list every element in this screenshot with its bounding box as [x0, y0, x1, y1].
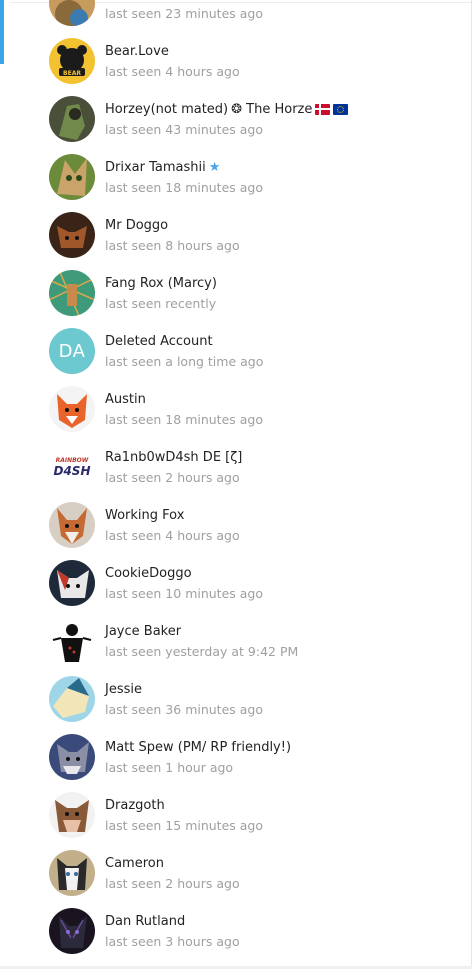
contact-row[interactable]: last seen 23 minutes ago — [0, 0, 471, 32]
avatar-initials: DA — [58, 340, 86, 362]
contact-row[interactable]: RAINBOW D4SH Ra1nb0wD4sh DE [ζ] last see… — [0, 438, 471, 496]
contact-status: last seen 10 minutes ago — [105, 586, 264, 601]
contact-row[interactable]: Dan Rutland last seen 3 hours ago — [0, 902, 471, 960]
contact-row[interactable]: Austin last seen 18 minutes ago — [0, 380, 471, 438]
avatar — [49, 850, 95, 896]
contact-row[interactable]: Drazgoth last seen 15 minutes ago — [0, 786, 471, 844]
contact-name: Drixar Tamashii ★ — [105, 160, 220, 176]
contact-row[interactable]: Fang Rox (Marcy) last seen recently — [0, 264, 471, 322]
avatar-image — [49, 850, 95, 896]
contact-status: last seen 43 minutes ago — [105, 122, 264, 137]
contact-status: last seen 18 minutes ago — [105, 412, 264, 427]
contact-row[interactable]: Horzey(not mated) ❂ The Horze last seen 4… — [0, 90, 471, 148]
avatar-image: RAINBOW D4SH — [49, 444, 95, 490]
avatar — [49, 908, 95, 954]
contact-name-suffix: ❂ The Horze — [231, 102, 313, 117]
contact-status: last seen 4 hours ago — [105, 528, 240, 543]
contact-status: last seen 23 minutes ago — [105, 6, 264, 21]
contact-row[interactable]: Jayce Baker last seen yesterday at 9:42 … — [0, 612, 471, 670]
contact-status: last seen 4 hours ago — [105, 64, 240, 79]
contact-row[interactable]: Working Fox last seen 4 hours ago — [0, 496, 471, 554]
avatar-image — [49, 502, 95, 548]
avatar — [49, 734, 95, 780]
avatar — [49, 154, 95, 200]
contact-status: last seen 2 hours ago — [105, 876, 240, 891]
star-icon: ★ — [208, 160, 221, 175]
avatar-logo-text: D4SH — [54, 464, 91, 478]
contact-name: Mr Doggo — [105, 218, 169, 233]
avatar — [49, 618, 95, 664]
avatar-image: BEAR — [49, 38, 95, 84]
contact-status: last seen 15 minutes ago — [105, 818, 264, 833]
contact-name: CookieDoggo — [105, 566, 192, 581]
contact-name: Jayce Baker — [105, 624, 182, 639]
contact-status: last seen 3 hours ago — [105, 934, 240, 949]
avatar-image — [49, 96, 95, 142]
contact-name: Dan Rutland — [105, 914, 186, 929]
contact-row[interactable]: Mr Doggo last seen 8 hours ago — [0, 206, 471, 264]
contact-name: Fang Rox (Marcy) — [105, 276, 217, 291]
contact-name: Bear.Love — [105, 44, 169, 59]
avatar-image — [49, 618, 95, 664]
avatar-logo-text: BEAR — [63, 70, 81, 77]
avatar-image — [49, 386, 95, 432]
avatar-image — [49, 792, 95, 838]
contact-name: Horzey(not mated) ❂ The Horze — [105, 102, 349, 118]
contact-name: Matt Spew (PM/ RP friendly!) — [105, 740, 292, 755]
avatar: DA — [49, 328, 95, 374]
avatar-image — [49, 908, 95, 954]
avatar-image — [49, 154, 95, 200]
contact-row[interactable]: BEAR Bear.Love last seen 4 hours ago — [0, 32, 471, 90]
contact-name-text: Drixar Tamashii — [105, 160, 206, 175]
avatar-image — [49, 270, 95, 316]
contact-row[interactable]: Drixar Tamashii ★ last seen 18 minutes ag… — [0, 148, 471, 206]
avatar-logo-text: RAINBOW — [56, 457, 89, 464]
contact-status: last seen 18 minutes ago — [105, 180, 264, 195]
contact-name: Deleted Account — [105, 334, 213, 349]
contact-status: last seen recently — [105, 296, 217, 311]
avatar: RAINBOW D4SH — [49, 444, 95, 490]
contact-name-text: Horzey(not mated) — [105, 102, 229, 117]
avatar — [49, 792, 95, 838]
contact-row[interactable]: Jessie last seen 36 minutes ago — [0, 670, 471, 728]
contact-name: Jessie — [105, 682, 142, 697]
contact-name: Cameron — [105, 856, 164, 871]
contact-list-panel: last seen 23 minutes ago BEAR Bear.Love … — [0, 0, 472, 969]
contact-status: last seen 36 minutes ago — [105, 702, 264, 717]
contact-name: Austin — [105, 392, 146, 407]
avatar-image — [49, 0, 95, 26]
contact-name: Working Fox — [105, 508, 185, 523]
avatar: BEAR — [49, 38, 95, 84]
avatar — [49, 560, 95, 606]
avatar — [49, 386, 95, 432]
avatar — [49, 96, 95, 142]
contact-row[interactable]: DA Deleted Account last seen a long time… — [0, 322, 471, 380]
contact-status: last seen 2 hours ago — [105, 470, 240, 485]
avatar-image — [49, 676, 95, 722]
avatar — [49, 676, 95, 722]
contact-row[interactable]: CookieDoggo last seen 10 minutes ago — [0, 554, 471, 612]
avatar — [49, 270, 95, 316]
contact-name: Drazgoth — [105, 798, 165, 813]
contact-row[interactable]: Matt Spew (PM/ RP friendly!) last seen 1… — [0, 728, 471, 786]
contact-status: last seen yesterday at 9:42 PM — [105, 644, 299, 659]
contact-status: last seen 8 hours ago — [105, 238, 240, 253]
avatar-image — [49, 212, 95, 258]
contact-name: Ra1nb0wD4sh DE [ζ] — [105, 450, 243, 465]
contact-status: last seen a long time ago — [105, 354, 264, 369]
contact-row[interactable]: Cameron last seen 2 hours ago — [0, 844, 471, 902]
avatar-image — [49, 560, 95, 606]
avatar — [49, 212, 95, 258]
avatar-image — [49, 734, 95, 780]
contact-status: last seen 1 hour ago — [105, 760, 234, 775]
avatar — [49, 0, 95, 26]
eu-flag-icon — [333, 104, 349, 115]
denmark-flag-icon — [315, 104, 331, 115]
avatar — [49, 502, 95, 548]
